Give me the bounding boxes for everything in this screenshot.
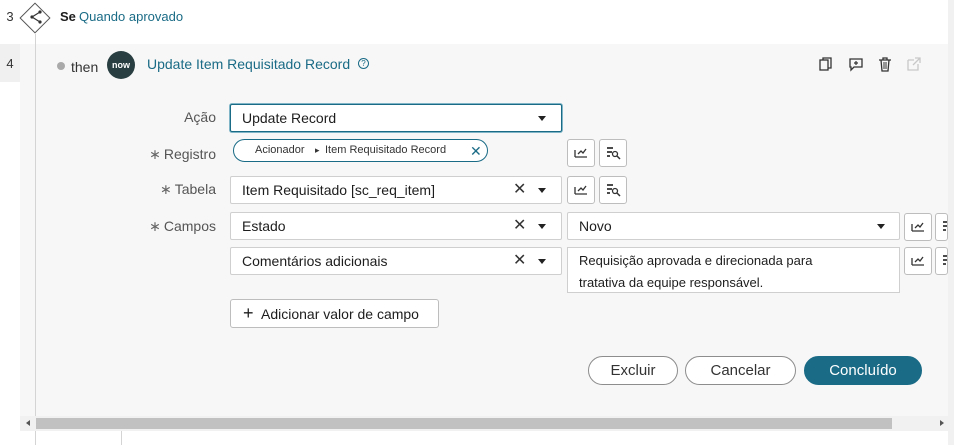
data-pill-picker-button[interactable] xyxy=(567,139,595,167)
add-field-value-button[interactable]: + Adicionar valor de campo xyxy=(230,299,439,328)
pill-source: Acionador xyxy=(255,144,305,156)
branch-icon xyxy=(30,10,42,24)
clear-icon[interactable]: ✕ xyxy=(513,253,526,269)
registro-data-pill[interactable]: Acionador ▸ Item Requisitado Record ✕ xyxy=(233,139,488,162)
chevron-down-icon xyxy=(538,188,546,193)
reference-picker-button[interactable] xyxy=(935,247,948,275)
tabela-select[interactable]: Item Requisitado [sc_req_item] ✕ xyxy=(230,176,562,204)
flow-row-3[interactable]: 3 Se Quando aprovado xyxy=(0,0,948,36)
textarea-line: tratativa da equipe responsável. xyxy=(579,275,764,290)
horizontal-scrollbar[interactable] xyxy=(20,416,948,431)
acao-select[interactable]: Update Record xyxy=(230,104,562,132)
textarea-line: Requisição aprovada e direcionada para xyxy=(579,253,813,268)
acao-label: Ação xyxy=(184,109,216,125)
data-pill-picker-button[interactable] xyxy=(904,213,932,241)
add-field-value-label: Adicionar valor de campo xyxy=(261,306,419,322)
status-indicator xyxy=(57,62,65,70)
tree-connector xyxy=(121,431,122,445)
tree-connector xyxy=(35,44,36,416)
campo-value-select[interactable]: Novo xyxy=(567,212,900,240)
reference-picker-button[interactable] xyxy=(599,139,627,167)
chevron-down-icon xyxy=(538,224,546,229)
campo-field-value: Comentários adicionais xyxy=(242,253,388,269)
then-label: then xyxy=(71,59,99,75)
scrollbar-thumb[interactable] xyxy=(36,418,892,429)
acao-value: Update Record xyxy=(242,110,337,126)
data-pill-icon xyxy=(911,256,924,266)
trash-icon[interactable] xyxy=(877,56,893,72)
row-number: 4 xyxy=(6,56,14,71)
reference-picker-button[interactable] xyxy=(935,213,948,241)
campo-field-value: Estado xyxy=(242,218,286,234)
data-picker-icon xyxy=(607,184,621,197)
condition-prefix: Se xyxy=(60,9,76,24)
copy-icon[interactable] xyxy=(818,56,834,72)
chevron-down-icon xyxy=(538,116,546,121)
done-button[interactable]: Concluído xyxy=(804,356,922,385)
campo-field-select[interactable]: Estado ✕ xyxy=(230,212,562,240)
campo-field-select[interactable]: Comentários adicionais ✕ xyxy=(230,247,562,275)
pill-remove-icon[interactable]: ✕ xyxy=(470,143,482,159)
row-number: 3 xyxy=(6,9,14,24)
clear-icon[interactable]: ✕ xyxy=(513,218,526,234)
clear-icon[interactable]: ✕ xyxy=(513,182,526,198)
pill-separator-icon: ▸ xyxy=(315,145,320,155)
delete-button[interactable]: Excluir xyxy=(588,356,678,385)
open-external-icon xyxy=(907,57,921,71)
data-pill-icon xyxy=(911,222,924,232)
reference-picker-button[interactable] xyxy=(599,176,627,204)
data-pill-icon xyxy=(574,185,587,195)
data-pill-picker-button[interactable] xyxy=(904,247,932,275)
chevron-down-icon xyxy=(877,224,885,229)
campo-value-textarea[interactable]: Requisição aprovada e direcionada para t… xyxy=(567,247,900,293)
scroll-left-icon[interactable] xyxy=(26,420,30,426)
campos-label: ∗ Campos xyxy=(149,218,216,234)
chevron-down-icon xyxy=(538,259,546,264)
tabela-label: ∗ Tabela xyxy=(160,181,216,197)
registro-label: ∗ Registro xyxy=(149,146,216,162)
data-picker-icon xyxy=(943,221,947,231)
data-pill-picker-button[interactable] xyxy=(567,176,595,204)
data-picker-icon xyxy=(607,147,621,160)
comment-icon[interactable] xyxy=(848,56,864,72)
tabela-value: Item Requisitado [sc_req_item] xyxy=(242,182,435,198)
cancel-button[interactable]: Cancelar xyxy=(685,356,796,385)
action-title[interactable]: Update Item Requisitado Record xyxy=(147,56,350,72)
pill-target: Item Requisitado Record xyxy=(325,144,447,156)
help-icon[interactable]: ? xyxy=(358,58,369,69)
data-picker-icon xyxy=(943,255,947,265)
tree-connector xyxy=(35,431,36,445)
campo-value: Novo xyxy=(579,218,612,234)
vertical-scrollbar[interactable] xyxy=(948,0,954,445)
scroll-right-icon[interactable] xyxy=(940,420,944,426)
plus-icon: + xyxy=(243,303,254,323)
data-pill-icon xyxy=(574,148,587,158)
now-logo-badge: now xyxy=(107,51,135,79)
condition-link[interactable]: Quando aprovado xyxy=(79,9,183,24)
